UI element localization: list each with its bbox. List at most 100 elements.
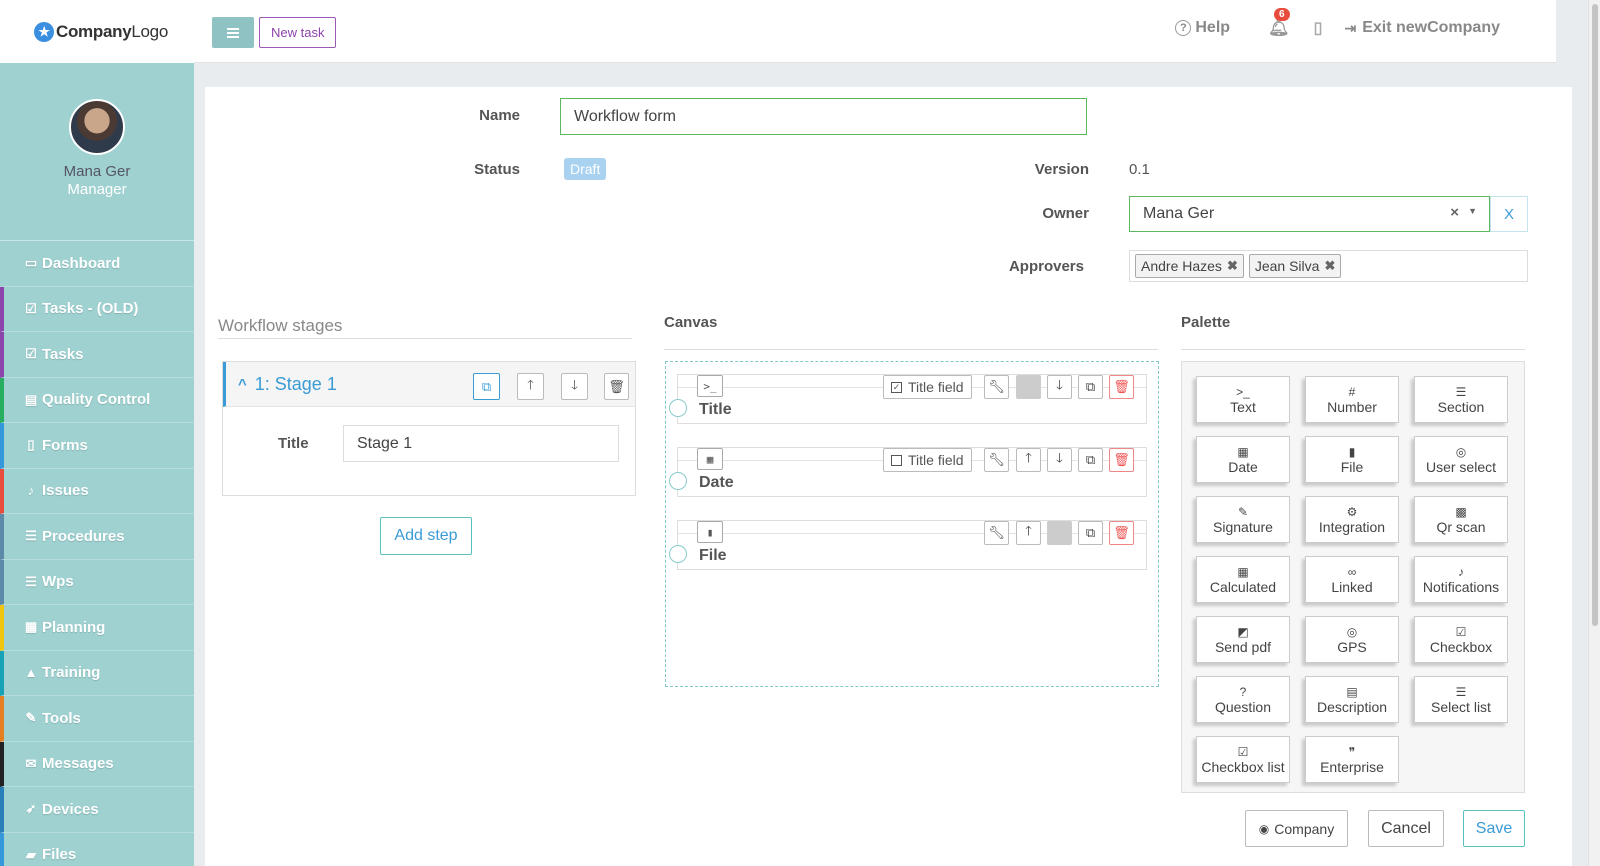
sidebar-item-files[interactable]: ▰ Files	[0, 832, 194, 866]
sidebar-item-dashboard[interactable]: ▭ Dashboard	[0, 241, 194, 287]
move-stage-down-button[interactable]: 🡓	[561, 373, 588, 400]
wrench-icon[interactable]: 🔧︎	[984, 521, 1009, 545]
page-scrollbar[interactable]	[1588, 0, 1600, 866]
owner-select[interactable]: Mana Ger × ▼	[1129, 196, 1490, 232]
calendar-icon: ▦	[1237, 444, 1249, 459]
sidebar-item-training[interactable]: ▲ Training	[0, 650, 194, 696]
folder-icon: ▰	[26, 846, 36, 862]
owner-remove-button[interactable]: X	[1490, 196, 1528, 232]
move-down-button[interactable]: 🡓	[1047, 375, 1072, 399]
sidebar-item-issues[interactable]: ♪ Issues	[0, 468, 194, 514]
sidebar-item-procedures[interactable]: ☰ Procedures	[0, 514, 194, 560]
canvas-field-date[interactable]: ▦ Date Title field 🔧︎ 🡑 🡓 ⧉ 🗑︎	[669, 447, 1147, 497]
sidebar-item-wps[interactable]: ☰ Wps	[0, 559, 194, 605]
sidebar-item-tasks[interactable]: ☑ Tasks	[0, 332, 194, 378]
palette-item-label: Section	[1437, 398, 1485, 415]
field-select-radio[interactable]	[669, 545, 687, 563]
palette-item-user-select[interactable]: ◎ User select	[1414, 436, 1508, 483]
building-icon[interactable]: ▯	[1314, 18, 1323, 38]
palette-item-gps[interactable]: ◎ GPS	[1305, 616, 1399, 663]
avatar[interactable]	[69, 99, 125, 155]
duplicate-field-button[interactable]: ⧉	[1078, 375, 1103, 399]
scrollbar-thumb[interactable]	[1592, 4, 1598, 626]
clear-icon[interactable]: ×	[1450, 204, 1459, 221]
duplicate-stage-button[interactable]: ⧉	[473, 373, 500, 400]
palette-item-section[interactable]: ☰ Section	[1414, 376, 1508, 423]
palette-item-signature[interactable]: ✎ Signature	[1196, 496, 1290, 543]
approvers-multiselect[interactable]: Andre Hazes ✖ Jean Silva ✖	[1129, 250, 1528, 282]
palette-item-question[interactable]: ? Question	[1196, 676, 1290, 723]
palette-item-checkbox-list[interactable]: ☑ Checkbox list	[1196, 736, 1290, 783]
canvas-field-title[interactable]: >_ Title ✓ Title field 🔧︎ 🡓 ⧉ 🗑︎	[669, 374, 1147, 424]
move-stage-up-button[interactable]: 🡑	[517, 373, 544, 400]
palette-item-label: Signature	[1213, 518, 1273, 535]
help-link[interactable]: ? Help	[1175, 19, 1230, 37]
title-field-label: Title field	[908, 452, 964, 468]
move-up-button[interactable]: 🡑	[1016, 521, 1041, 545]
sidebar-item-label: Wps	[42, 573, 74, 591]
palette-item-enterprise[interactable]: ❞ Enterprise	[1305, 736, 1399, 783]
palette-item-checkbox[interactable]: ☑ Checkbox	[1414, 616, 1508, 663]
title-field-toggle[interactable]: Title field	[883, 448, 972, 472]
user-profile: Mana Ger Manager	[0, 63, 194, 241]
field-select-radio[interactable]	[669, 399, 687, 417]
wrench-icon[interactable]: 🔧︎	[984, 448, 1009, 472]
notifications-button[interactable]: 🔔︎ 6	[1268, 8, 1290, 38]
company-visibility-button[interactable]: ◉ Company	[1245, 810, 1348, 847]
hamburger-menu-button[interactable]	[212, 17, 254, 48]
move-down-button[interactable]: 🡓	[1047, 448, 1072, 472]
exit-link[interactable]: ⇥ Exit newCompany	[1344, 19, 1500, 37]
delete-field-button[interactable]: 🗑︎	[1109, 375, 1134, 399]
remove-tag-icon[interactable]: ✖	[1324, 258, 1335, 274]
sidebar-item-tasks-old[interactable]: ☑ Tasks - (OLD)	[0, 286, 194, 332]
add-step-button[interactable]: Add step	[380, 517, 472, 555]
palette-item-notifications[interactable]: ♪ Notifications	[1414, 556, 1508, 603]
sidebar-item-tools[interactable]: ✎ Tools	[0, 696, 194, 742]
palette-item-label: Date	[1228, 458, 1258, 475]
checkbox-icon: ☑	[1455, 624, 1467, 639]
name-input[interactable]: Workflow form	[560, 98, 1087, 135]
palette-item-send-pdf[interactable]: ◩ Send pdf	[1196, 616, 1290, 663]
stage-header[interactable]: ^ 1: Stage 1 ⧉ 🡑 🡓 🗑︎	[223, 362, 635, 407]
sidebar-item-messages[interactable]: ✉ Messages	[0, 741, 194, 787]
canvas-field-file[interactable]: ▮ File 🔧︎ 🡑 ⧉ 🗑︎	[669, 520, 1147, 570]
delete-stage-button[interactable]: 🗑︎	[604, 373, 629, 400]
palette-item-linked[interactable]: ∞ Linked	[1305, 556, 1399, 603]
duplicate-field-button[interactable]: ⧉	[1078, 521, 1103, 545]
palette-item-description[interactable]: ▤ Description	[1305, 676, 1399, 723]
profile-name: Mana Ger	[63, 163, 131, 180]
remove-tag-icon[interactable]: ✖	[1227, 258, 1238, 274]
new-task-button[interactable]: New task	[259, 17, 337, 48]
save-button[interactable]: Save	[1463, 810, 1525, 847]
hamburger-icon	[227, 31, 239, 34]
caret-down-icon[interactable]: ▼	[1468, 206, 1477, 216]
delete-field-button[interactable]: 🗑︎	[1109, 521, 1134, 545]
profile-role: Manager	[67, 181, 127, 198]
sidebar-item-quality-control[interactable]: ▤ Quality Control	[0, 377, 194, 423]
palette-item-number[interactable]: # Number	[1305, 376, 1399, 423]
palette-item-file[interactable]: ▮ File	[1305, 436, 1399, 483]
palette-item-label: Checkbox list	[1201, 758, 1285, 775]
duplicate-field-button[interactable]: ⧉	[1078, 448, 1103, 472]
palette-item-text[interactable]: >_ Text	[1196, 376, 1290, 423]
cogs-icon: ⚙	[1346, 504, 1358, 519]
cancel-button[interactable]: Cancel	[1368, 810, 1444, 847]
company-logo[interactable]: ★ Company Logo	[0, 0, 194, 63]
canvas-dropzone[interactable]: >_ Title ✓ Title field 🔧︎ 🡓 ⧉ 🗑︎ ▦ Date T…	[665, 361, 1159, 687]
move-up-button[interactable]: 🡑	[1016, 448, 1041, 472]
palette-item-select-list[interactable]: ☰ Select list	[1414, 676, 1508, 723]
stage-title-input[interactable]: Stage 1	[343, 425, 619, 462]
field-select-radio[interactable]	[669, 472, 687, 490]
monitor-icon: ▭	[24, 255, 38, 271]
sidebar-item-devices[interactable]: ➶ Devices	[0, 787, 194, 833]
palette-item-qr-scan[interactable]: ▩ Qr scan	[1414, 496, 1508, 543]
chevron-up-icon[interactable]: ^	[238, 376, 247, 393]
sidebar-item-planning[interactable]: ▦ Planning	[0, 605, 194, 651]
palette-item-integration[interactable]: ⚙ Integration	[1305, 496, 1399, 543]
palette-item-date[interactable]: ▦ Date	[1196, 436, 1290, 483]
wrench-icon[interactable]: 🔧︎	[984, 375, 1009, 399]
palette-item-calculated[interactable]: ▦ Calculated	[1196, 556, 1290, 603]
sidebar-item-forms[interactable]: ▯ Forms	[0, 423, 194, 469]
title-field-toggle[interactable]: ✓ Title field	[883, 375, 972, 399]
delete-field-button[interactable]: 🗑︎	[1109, 448, 1134, 472]
